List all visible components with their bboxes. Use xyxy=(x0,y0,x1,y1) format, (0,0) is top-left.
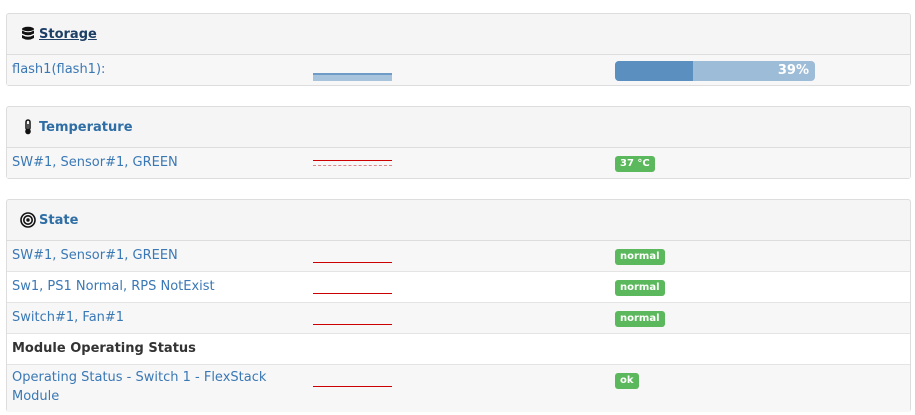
state-row-label[interactable]: Sw1, PS1 Normal, RPS NotExist xyxy=(12,272,215,302)
database-icon xyxy=(20,26,36,42)
state-row: SW#1, Sensor#1, GREEN normal xyxy=(7,241,910,271)
storage-row: flash1(flash1): 39% xyxy=(7,55,910,85)
module-status-badge: ok xyxy=(615,373,639,389)
temperature-sparkline-threshold xyxy=(313,165,392,166)
storage-progress-text: 39% xyxy=(777,63,809,78)
temperature-sensor-label[interactable]: SW#1, Sensor#1, GREEN xyxy=(12,148,178,178)
state-badge: normal xyxy=(615,280,665,296)
temperature-badge: 37 °C xyxy=(615,156,655,172)
state-badge: normal xyxy=(615,249,665,265)
temperature-sparkline xyxy=(313,160,392,161)
module-section-row: Module Operating Status xyxy=(7,333,910,364)
state-sparkline xyxy=(313,324,392,325)
temperature-panel: Temperature SW#1, Sensor#1, GREEN 37 °C xyxy=(6,106,911,179)
storage-panel: Storage flash1(flash1): 39% xyxy=(6,13,911,86)
state-row: Sw1, PS1 Normal, RPS NotExist normal xyxy=(7,271,910,302)
state-badge: normal xyxy=(615,311,665,327)
state-panel: State SW#1, Sensor#1, GREEN normal Sw1, … xyxy=(6,199,911,412)
module-status-sparkline xyxy=(313,386,392,387)
state-row-label[interactable]: SW#1, Sensor#1, GREEN xyxy=(12,241,178,271)
temperature-row: SW#1, Sensor#1, GREEN 37 °C xyxy=(7,148,910,178)
target-icon xyxy=(20,212,36,228)
state-panel-header: State xyxy=(7,200,910,241)
module-status-row: Operating Status - Switch 1 - FlexStack … xyxy=(7,364,910,412)
module-status-label[interactable]: Operating Status - Switch 1 - FlexStack … xyxy=(12,368,302,406)
storage-panel-header: Storage xyxy=(7,14,910,55)
storage-progress-fill xyxy=(615,61,693,81)
storage-device-label[interactable]: flash1(flash1): xyxy=(12,55,105,85)
storage-progress-bar: 39% xyxy=(615,61,815,81)
state-sparkline xyxy=(313,293,392,294)
state-row: Switch#1, Fan#1 normal xyxy=(7,302,910,333)
storage-title-link[interactable]: Storage xyxy=(39,27,97,42)
state-sparkline xyxy=(313,262,392,263)
state-title: State xyxy=(39,212,79,228)
temperature-panel-header: Temperature xyxy=(7,107,910,148)
storage-sparkline xyxy=(313,73,392,81)
temperature-title: Temperature xyxy=(39,119,133,135)
thermometer-icon xyxy=(20,119,36,135)
module-section-heading: Module Operating Status xyxy=(12,341,196,356)
state-row-label[interactable]: Switch#1, Fan#1 xyxy=(12,303,124,333)
